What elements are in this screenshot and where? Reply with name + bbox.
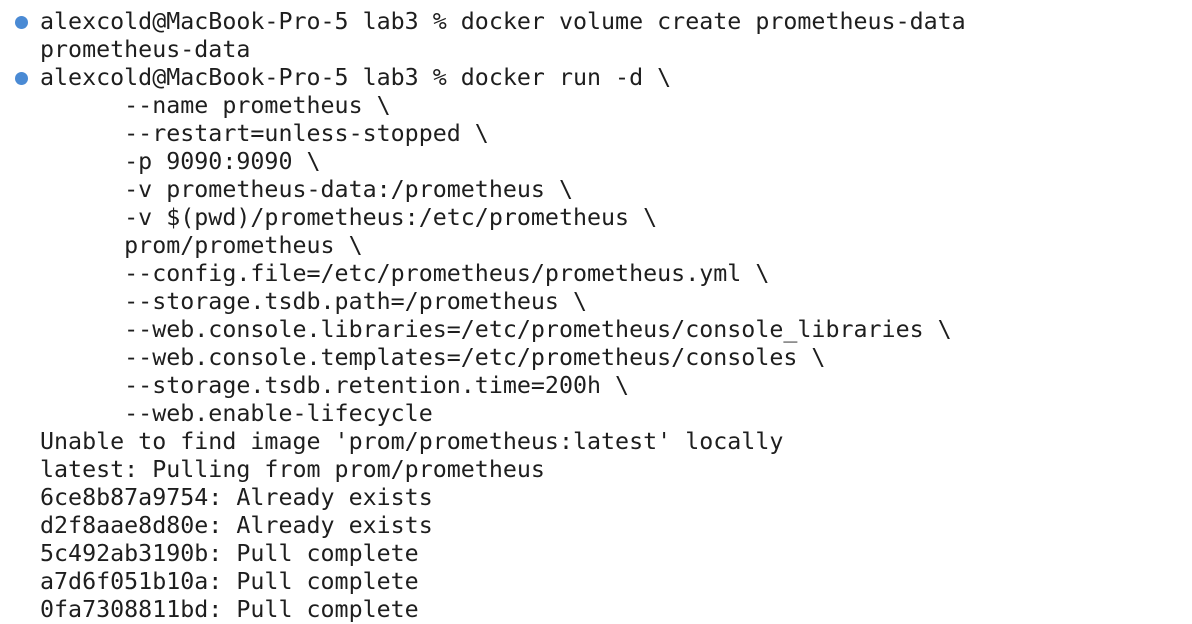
output-line: --restart=unless-stopped \: [0, 120, 1192, 148]
line-text: -p 9090:9090 \: [40, 148, 321, 175]
output-line: -v $(pwd)/prometheus:/etc/prometheus \: [0, 204, 1192, 232]
command-status-dot-icon[interactable]: [15, 16, 28, 29]
prompt-line: alexcold@MacBook-Pro-5 lab3 % docker run…: [0, 64, 1192, 92]
output-line: --config.file=/etc/prometheus/prometheus…: [0, 260, 1192, 288]
line-text: --web.console.templates=/etc/prometheus/…: [40, 344, 826, 371]
line-text: d2f8aae8d80e: Already exists: [40, 512, 433, 539]
output-line: -p 9090:9090 \: [0, 148, 1192, 176]
output-line: 0fa7308811bd: Pull complete: [0, 596, 1192, 624]
output-line: prom/prometheus \: [0, 232, 1192, 260]
output-line: --web.enable-lifecycle: [0, 400, 1192, 428]
line-text: prometheus-data: [40, 36, 251, 63]
output-line: latest: Pulling from prom/prometheus: [0, 456, 1192, 484]
line-text: --storage.tsdb.path=/prometheus \: [40, 288, 588, 315]
line-text: Unable to find image 'prom/prometheus:la…: [40, 428, 784, 455]
output-line: 6ce8b87a9754: Already exists: [0, 484, 1192, 512]
line-text: latest: Pulling from prom/prometheus: [40, 456, 545, 483]
output-line: --web.console.libraries=/etc/prometheus/…: [0, 316, 1192, 344]
line-text: alexcold@MacBook-Pro-5 lab3 % docker vol…: [40, 8, 966, 35]
prompt-line: alexcold@MacBook-Pro-5 lab3 % docker vol…: [0, 8, 1192, 36]
output-line: --name prometheus \: [0, 92, 1192, 120]
line-text: --web.console.libraries=/etc/prometheus/…: [40, 316, 952, 343]
line-text: 5c492ab3190b: Pull complete: [40, 540, 419, 567]
output-line: --web.console.templates=/etc/prometheus/…: [0, 344, 1192, 372]
command-status-dot-icon[interactable]: [15, 72, 28, 85]
terminal-output[interactable]: alexcold@MacBook-Pro-5 lab3 % docker vol…: [0, 8, 1192, 624]
output-line: --storage.tsdb.path=/prometheus \: [0, 288, 1192, 316]
line-text: a7d6f051b10a: Pull complete: [40, 568, 419, 595]
output-line: Unable to find image 'prom/prometheus:la…: [0, 428, 1192, 456]
output-line: prometheus-data: [0, 36, 1192, 64]
line-text: -v $(pwd)/prometheus:/etc/prometheus \: [40, 204, 658, 231]
output-line: d2f8aae8d80e: Already exists: [0, 512, 1192, 540]
line-text: 0fa7308811bd: Pull complete: [40, 596, 419, 623]
output-line: -v prometheus-data:/prometheus \: [0, 176, 1192, 204]
line-text: --name prometheus \: [40, 92, 391, 119]
line-text: --storage.tsdb.retention.time=200h \: [40, 372, 630, 399]
line-text: 6ce8b87a9754: Already exists: [40, 484, 433, 511]
line-text: alexcold@MacBook-Pro-5 lab3 % docker run…: [40, 64, 672, 91]
line-text: --web.enable-lifecycle: [40, 400, 433, 427]
line-text: --config.file=/etc/prometheus/prometheus…: [40, 260, 770, 287]
line-text: -v prometheus-data:/prometheus \: [40, 176, 573, 203]
line-text: prom/prometheus \: [40, 232, 363, 259]
line-text: --restart=unless-stopped \: [40, 120, 489, 147]
output-line: 5c492ab3190b: Pull complete: [0, 540, 1192, 568]
output-line: a7d6f051b10a: Pull complete: [0, 568, 1192, 596]
output-line: --storage.tsdb.retention.time=200h \: [0, 372, 1192, 400]
